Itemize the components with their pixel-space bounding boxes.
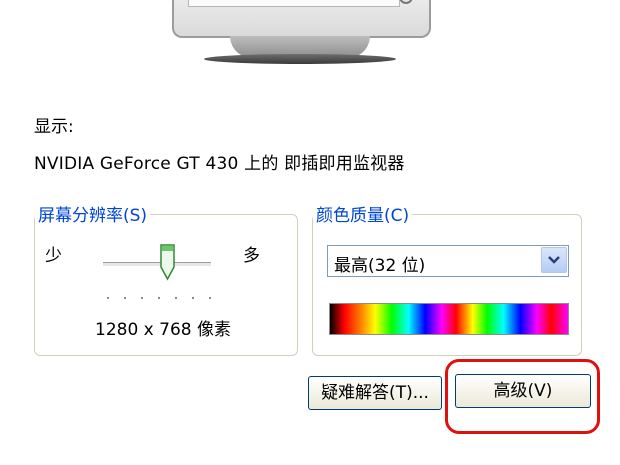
resolution-slider-ticks [107, 297, 211, 299]
slider-tick [192, 297, 194, 299]
resolution-value: 1280 x 768 像素 [95, 320, 231, 340]
monitor-illustration [168, 0, 433, 92]
resolution-group: 屏幕分辨率(S) 少 多 1280 x 768 像素 [34, 201, 298, 356]
monitor-foot [204, 54, 396, 64]
slider-thumb-icon [160, 244, 176, 281]
chevron-down-icon [548, 256, 560, 264]
resolution-group-title: 屏幕分辨率(S) [35, 201, 151, 226]
slider-tick [107, 297, 109, 299]
slider-tick [175, 297, 177, 299]
highlight-annotation [445, 359, 600, 434]
color-spectrum-preview [329, 303, 569, 335]
color-quality-group-title: 颜色质量(C) [313, 201, 413, 226]
resolution-slider-thumb[interactable] [160, 243, 176, 281]
resolution-more-label: 多 [243, 246, 260, 266]
slider-tick [141, 297, 143, 299]
dropdown-button[interactable] [541, 247, 567, 273]
color-quality-selected: 最高(32 位) [334, 256, 426, 276]
monitor-power-icon [399, 0, 413, 4]
slider-tick [209, 297, 211, 299]
slider-tick [158, 297, 160, 299]
monitor-body [172, 0, 431, 38]
resolution-slider-track[interactable] [103, 262, 211, 267]
resolution-less-label: 少 [45, 246, 62, 266]
troubleshoot-button[interactable]: 疑难解答(T)... [308, 376, 442, 410]
color-quality-select[interactable]: 最高(32 位) [327, 245, 569, 277]
display-device-name: NVIDIA GeForce GT 430 上的 即插即用监视器 [34, 154, 405, 174]
color-quality-group: 颜色质量(C) 最高(32 位) [312, 201, 582, 356]
display-label: 显示: [34, 117, 74, 137]
slider-tick [124, 297, 126, 299]
monitor-screen [188, 0, 400, 7]
